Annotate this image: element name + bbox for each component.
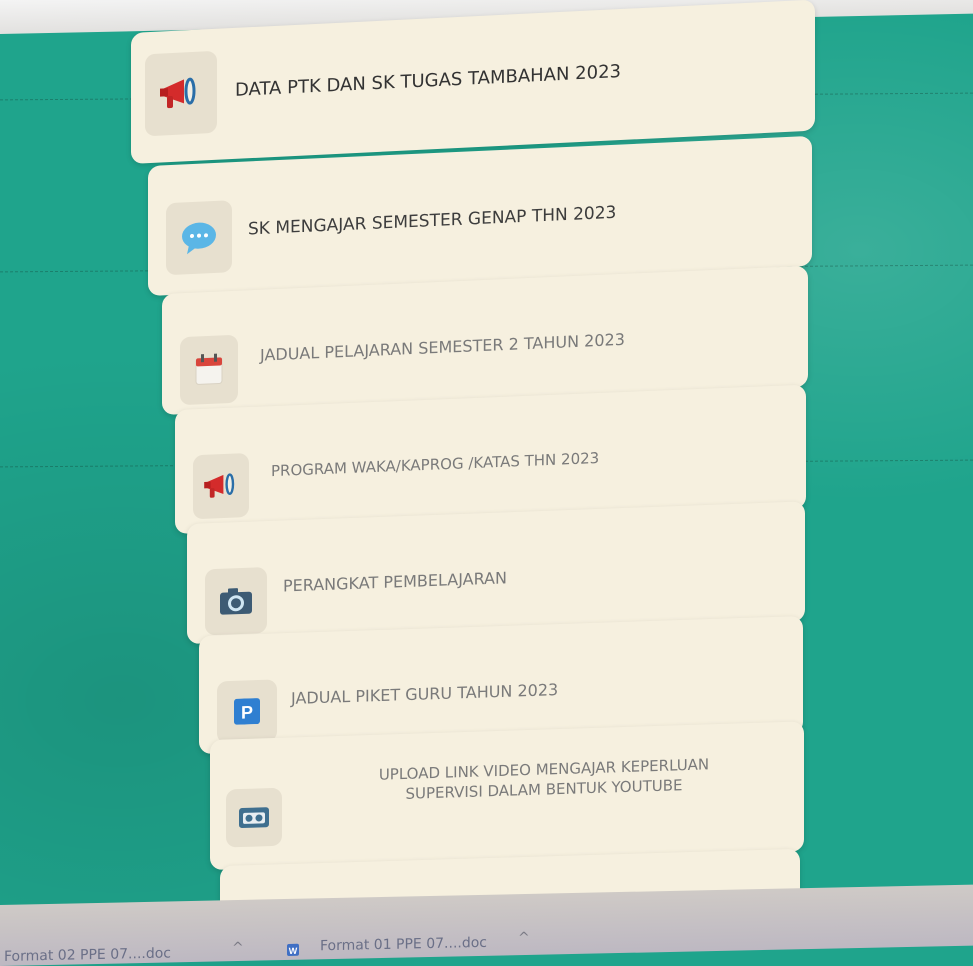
menu-item-icon-box	[166, 200, 232, 276]
svg-text:W: W	[289, 946, 298, 956]
menu-item-label: JADUAL PIKET GURU TAHUN 2023	[291, 680, 559, 708]
menu-item-label: SK MENGAJAR SEMESTER GENAP THN 2023	[248, 202, 617, 240]
chevron-up-icon[interactable]: ^	[518, 930, 530, 946]
screen: DATA PTK DAN SK TUGAS TAMBAHAN 2023 SK M…	[0, 0, 973, 966]
menu-item-label: PERANGKAT PEMBELAJARAN	[283, 568, 507, 596]
word-doc-icon: W	[287, 943, 299, 956]
menu-item-icon-box	[205, 567, 267, 636]
menu-item-upload-link-video[interactable]: UPLOAD LINK VIDEO MENGAJAR KEPERLUAN SUP…	[210, 721, 804, 870]
megaphone-icon	[160, 77, 196, 109]
menu-item-icon-box	[145, 50, 217, 137]
menu-item-label: UPLOAD LINK VIDEO MENGAJAR KEPERLUAN SUP…	[294, 752, 794, 808]
menu-item-label: PROGRAM WAKA/KAPROG /KATAS THN 2023	[271, 448, 600, 481]
svg-text:P: P	[241, 702, 253, 722]
chevron-up-icon[interactable]: ^	[232, 940, 244, 956]
parking-icon: P	[234, 698, 260, 725]
megaphone-icon	[204, 473, 235, 498]
menu-item-label: JADUAL PELAJARAN SEMESTER 2 TAHUN 2023	[260, 329, 625, 365]
camera-icon	[220, 588, 252, 615]
download-item[interactable]: Format 02 PPE 07....doc	[4, 945, 171, 964]
menu-item-icon-box	[226, 787, 282, 848]
calendar-icon	[195, 353, 223, 385]
menu-item-icon-box	[180, 334, 238, 406]
menu-item-icon-box: P	[217, 679, 277, 744]
downloads-bar: Format 02 PPE 07....doc ^ W Format 01 PP…	[0, 884, 973, 966]
chat-bubble-icon	[182, 222, 216, 255]
menu-item-label: DATA PTK DAN SK TUGAS TAMBAHAN 2023	[235, 61, 621, 101]
menu-item-icon-box	[193, 453, 249, 520]
video-tape-icon	[239, 807, 269, 828]
download-item[interactable]: Format 01 PPE 07....doc	[320, 935, 487, 954]
